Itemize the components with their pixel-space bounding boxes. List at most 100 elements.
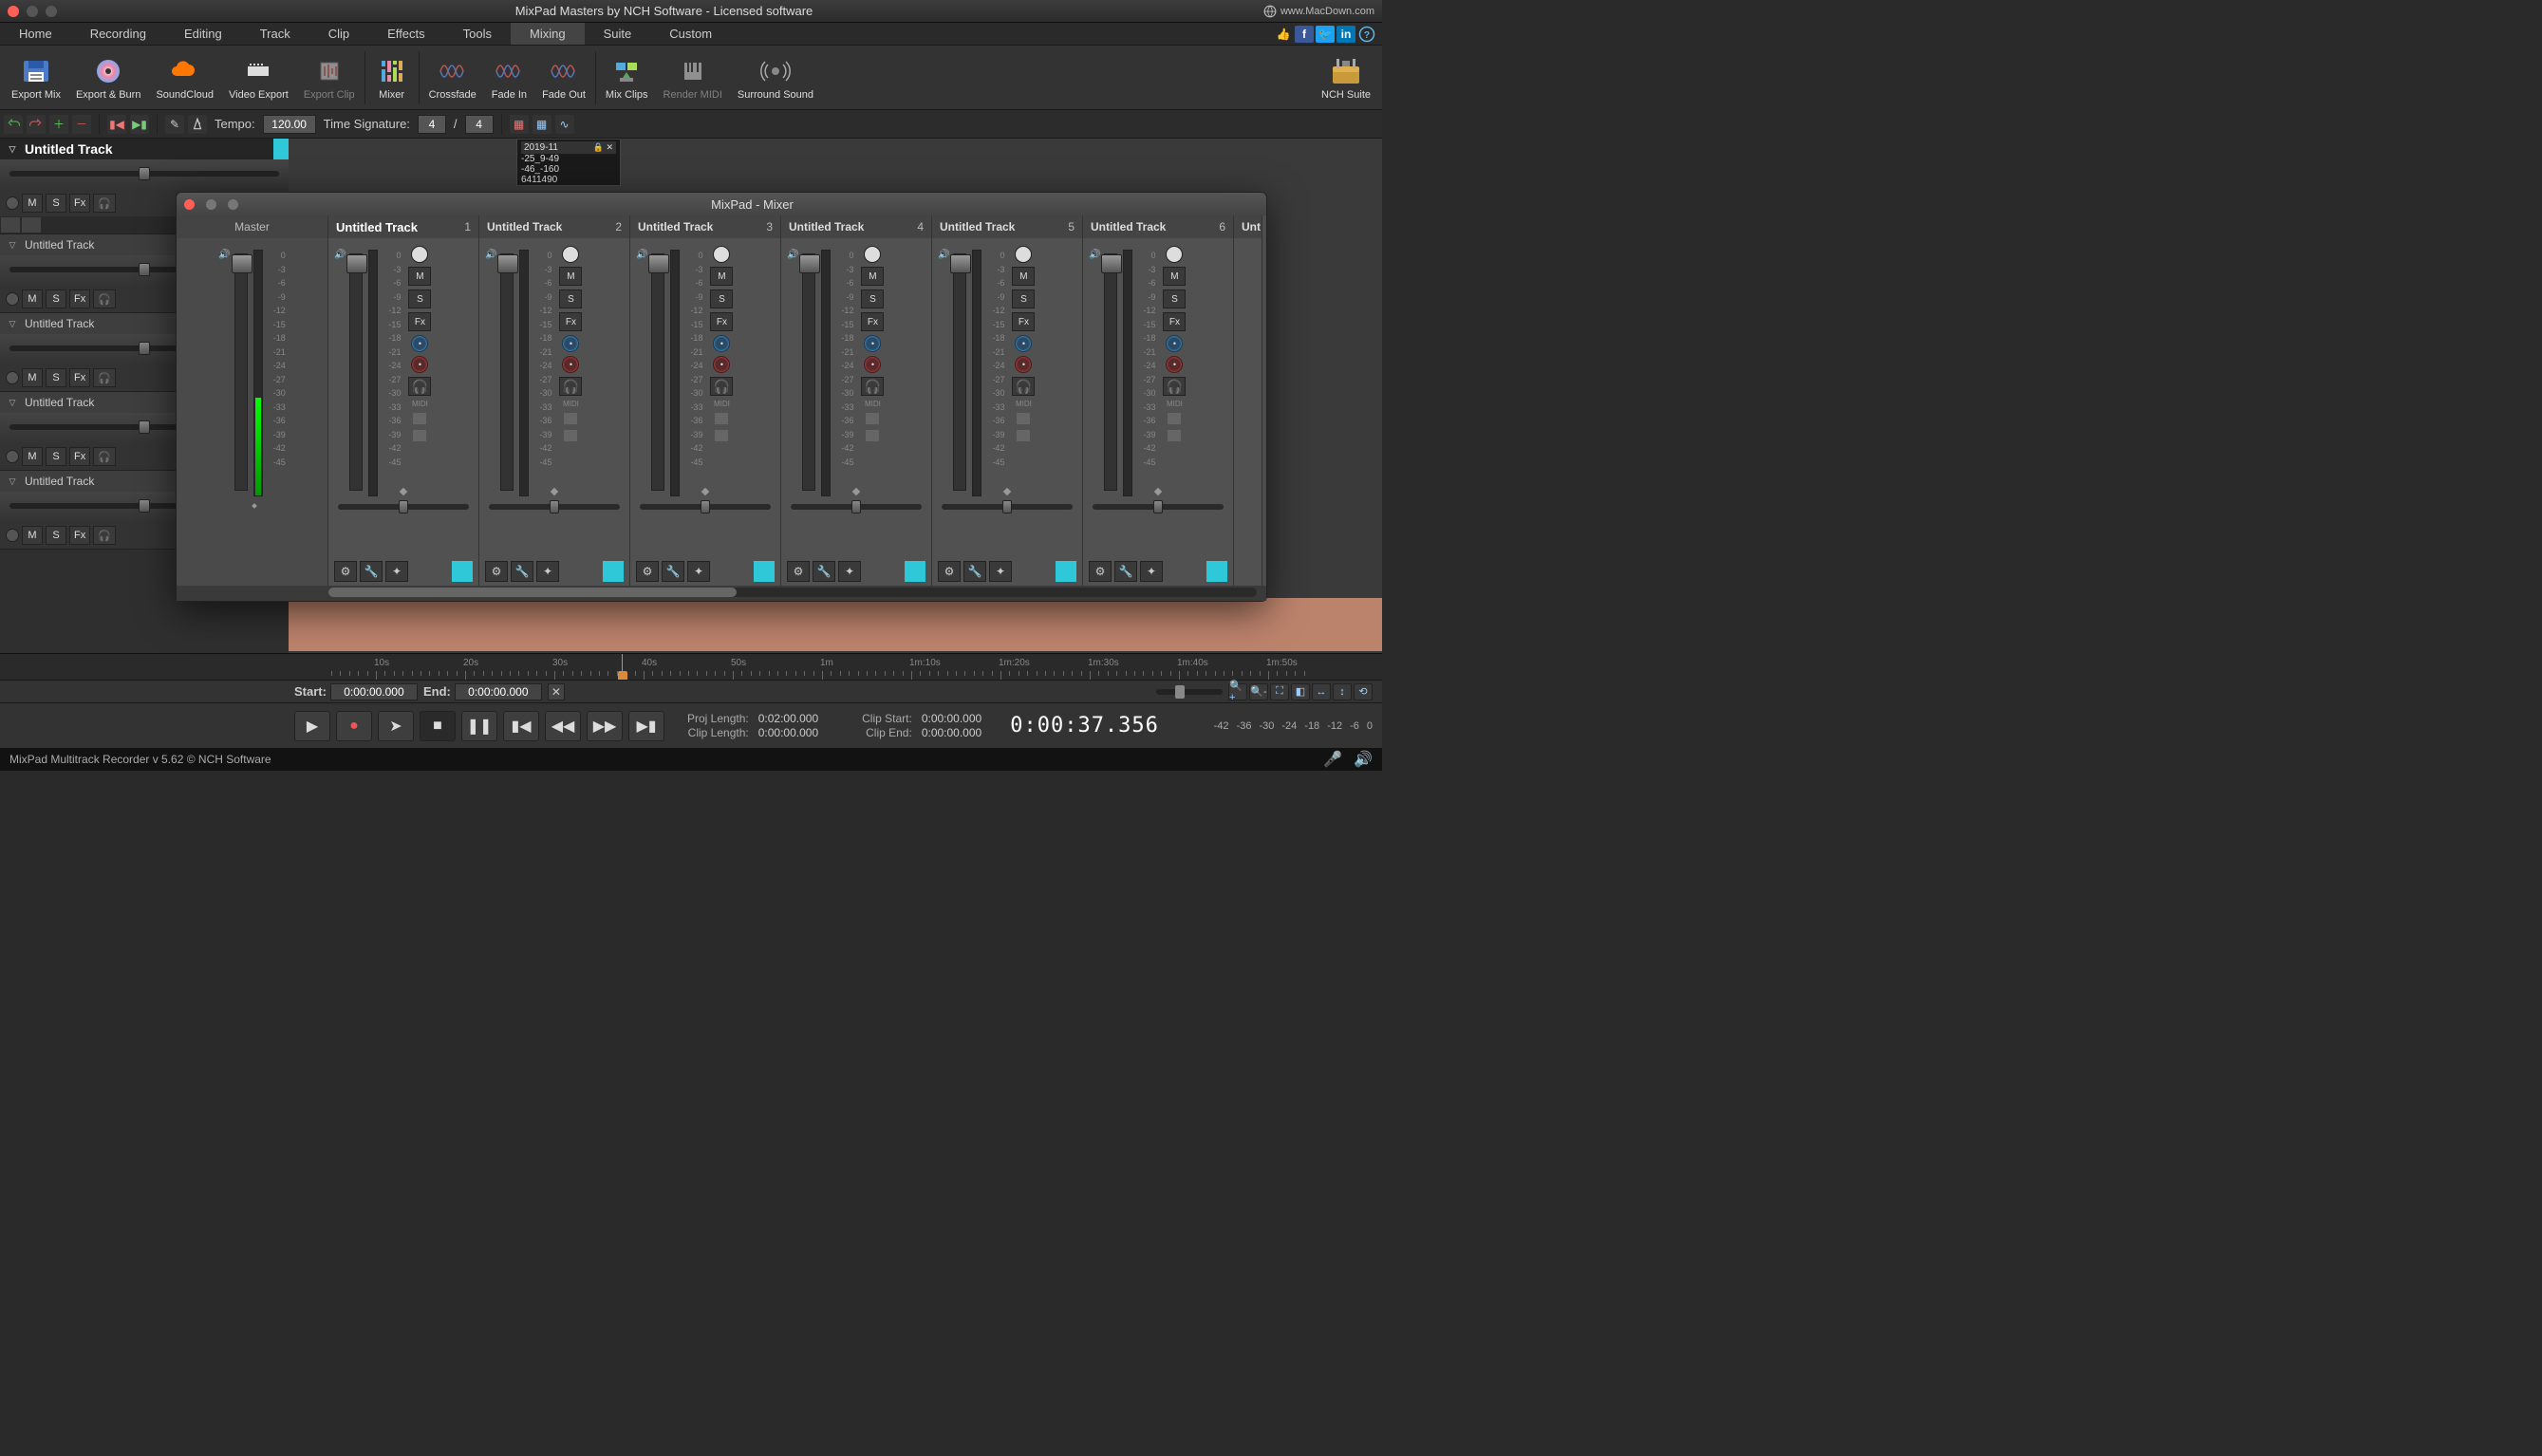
chevron-down-icon[interactable]: ▽ <box>6 317 19 330</box>
timesig-den-input[interactable] <box>465 115 494 134</box>
redo-icon[interactable] <box>27 115 46 134</box>
midi-slot-b[interactable] <box>866 430 879 441</box>
channel-pan[interactable] <box>942 504 1073 510</box>
midi-slot-b[interactable] <box>1017 430 1030 441</box>
solo-button[interactable]: S <box>559 289 582 308</box>
add-track-icon[interactable]: ＋ <box>49 115 68 134</box>
midi-slot-a[interactable] <box>564 413 577 424</box>
solo-button[interactable]: S <box>46 368 66 387</box>
mix-clips-button[interactable]: Mix Clips <box>598 47 656 108</box>
monitor-button[interactable]: • <box>1166 335 1183 352</box>
mute-button[interactable]: M <box>22 194 43 213</box>
export-mix-button[interactable]: Export Mix <box>4 47 68 108</box>
tab-home[interactable]: Home <box>0 23 71 45</box>
channel-fader[interactable] <box>953 253 966 491</box>
sparkle-icon[interactable]: ✦ <box>385 561 408 582</box>
channel-header[interactable]: Untitled Track6 <box>1083 215 1233 238</box>
channel-header[interactable]: Untitled Track2 <box>479 215 629 238</box>
monitor-button[interactable]: • <box>1015 335 1032 352</box>
channel-fader[interactable] <box>349 253 363 491</box>
fx-button[interactable]: Fx <box>69 368 90 387</box>
wrench-icon[interactable]: 🔧 <box>813 561 835 582</box>
like-icon[interactable]: 👍 <box>1274 26 1293 43</box>
midi-slot-b[interactable] <box>413 430 426 441</box>
fx-button[interactable]: Fx <box>1163 312 1186 331</box>
channel-header[interactable]: Untitled Track1 <box>328 215 478 238</box>
channel-dot[interactable] <box>864 246 881 263</box>
headphones-icon[interactable]: 🎧 <box>710 377 733 396</box>
monitor-button[interactable]: • <box>864 335 881 352</box>
midi-slot-a[interactable] <box>866 413 879 424</box>
tab-mixing[interactable]: Mixing <box>511 23 585 45</box>
mixer-max-button[interactable] <box>228 199 238 210</box>
mute-button[interactable]: M <box>22 368 43 387</box>
channel-pan[interactable] <box>1093 504 1224 510</box>
mute-button[interactable]: M <box>559 267 582 286</box>
fx-button[interactable]: Fx <box>559 312 582 331</box>
pan-thumb[interactable] <box>139 499 150 513</box>
skip-start-button[interactable]: ▮◀ <box>503 711 539 741</box>
zoom-fit-icon[interactable]: ⛶ <box>1270 683 1289 700</box>
solo-button[interactable]: S <box>46 447 66 466</box>
channel-header[interactable]: Untitled Track3 <box>630 215 780 238</box>
midi-slot-a[interactable] <box>1017 413 1030 424</box>
wrench-icon[interactable]: 🔧 <box>662 561 684 582</box>
speaker-icon[interactable]: 🔊 <box>1354 750 1373 769</box>
sparkle-icon[interactable]: ✦ <box>687 561 710 582</box>
maximize-window-button[interactable] <box>46 6 57 17</box>
solo-button[interactable]: S <box>1012 289 1035 308</box>
zoom-reset-icon[interactable]: ⟲ <box>1354 683 1373 700</box>
snap-icon[interactable]: ▦ <box>510 115 529 134</box>
solo-button[interactable]: S <box>46 289 66 308</box>
tab-suite[interactable]: Suite <box>585 23 651 45</box>
channel-pan[interactable] <box>338 504 469 510</box>
channel-fader[interactable] <box>802 253 815 491</box>
wrench-icon[interactable]: 🔧 <box>360 561 383 582</box>
tab-clip[interactable]: Clip <box>309 23 368 45</box>
solo-button[interactable]: S <box>46 194 66 213</box>
play-button[interactable]: ▶ <box>294 711 330 741</box>
zoom-in-icon[interactable]: 🔍+ <box>1228 683 1247 700</box>
rewind-button[interactable]: ◀◀ <box>545 711 581 741</box>
mixer-titlebar[interactable]: MixPad - Mixer <box>177 193 1266 215</box>
zoom-h-icon[interactable]: ↔ <box>1312 683 1331 700</box>
wrench-icon[interactable]: 🔧 <box>963 561 986 582</box>
metronome-icon[interactable] <box>188 115 207 134</box>
stop-button[interactable]: ■ <box>420 711 456 741</box>
channel-dot[interactable] <box>562 246 579 263</box>
channel-dot[interactable] <box>1015 246 1032 263</box>
mixer-min-button[interactable] <box>206 199 216 210</box>
minimize-window-button[interactable] <box>27 6 38 17</box>
channel-header[interactable]: Untitled Track5 <box>932 215 1082 238</box>
track-header[interactable]: ▽ Untitled Track <box>0 139 289 159</box>
channel-pan[interactable] <box>791 504 922 510</box>
tab-track[interactable]: Track <box>241 23 309 45</box>
solo-button[interactable]: S <box>861 289 884 308</box>
tempo-input[interactable] <box>263 115 316 134</box>
zoom-out-icon[interactable]: 🔍- <box>1249 683 1268 700</box>
channel-pan[interactable] <box>489 504 620 510</box>
mute-button[interactable]: M <box>22 289 43 308</box>
track-color-dot[interactable] <box>6 371 19 384</box>
channel-dot[interactable] <box>713 246 730 263</box>
playhead-handle[interactable] <box>618 671 627 680</box>
midi-slot-b[interactable] <box>564 430 577 441</box>
mute-button[interactable]: M <box>861 267 884 286</box>
chevron-down-icon[interactable]: ▽ <box>6 238 19 252</box>
pan-thumb[interactable] <box>139 420 150 434</box>
linkedin-icon[interactable]: in <box>1336 26 1355 43</box>
routing-icon[interactable]: ⚙ <box>1089 561 1112 582</box>
mute-button[interactable]: M <box>1163 267 1186 286</box>
remove-track-icon[interactable]: － <box>72 115 91 134</box>
pencil-icon[interactable]: ✎ <box>165 115 184 134</box>
headphones-icon[interactable]: 🎧 <box>93 368 116 387</box>
channel-fader[interactable] <box>651 253 664 491</box>
soundcloud-button[interactable]: SoundCloud <box>148 47 221 108</box>
marker-prev-icon[interactable]: ▮◀ <box>107 115 126 134</box>
headphones-icon[interactable]: 🎧 <box>408 377 431 396</box>
cursor-button[interactable]: ➤ <box>378 711 414 741</box>
headphones-icon[interactable]: 🎧 <box>1012 377 1035 396</box>
channel-header[interactable]: Untitled Track4 <box>781 215 931 238</box>
routing-icon[interactable]: ⚙ <box>787 561 810 582</box>
monitor-button[interactable]: • <box>562 335 579 352</box>
